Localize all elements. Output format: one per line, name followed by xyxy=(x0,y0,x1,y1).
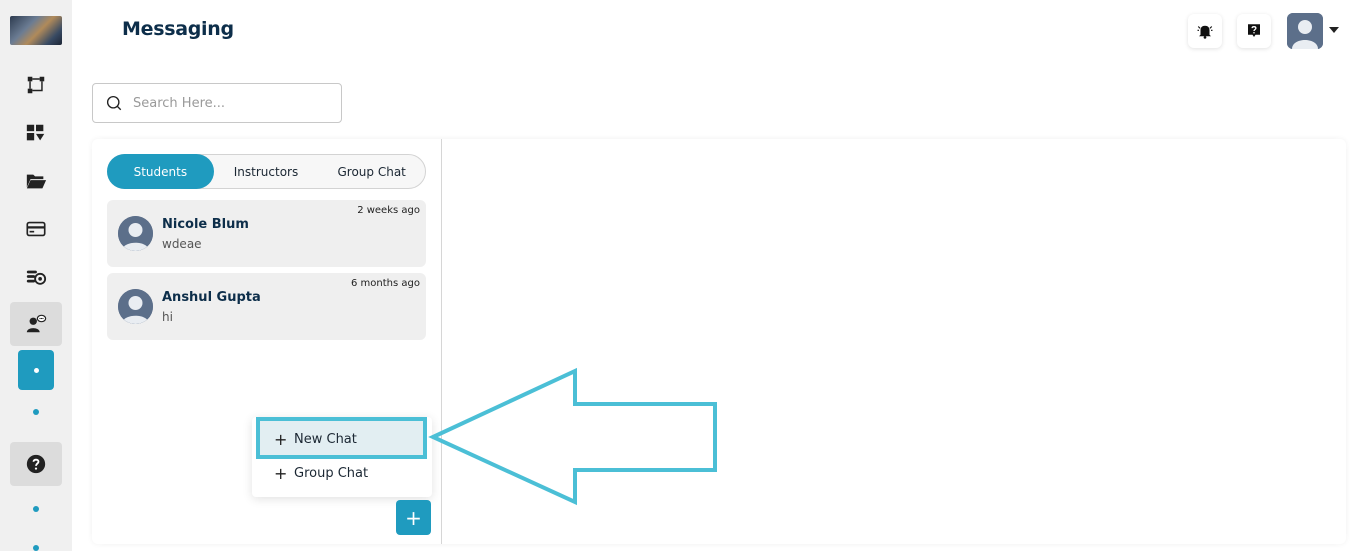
user-avatar[interactable] xyxy=(1287,13,1323,49)
search-box[interactable] xyxy=(92,83,342,123)
sidebar xyxy=(0,0,72,551)
search-icon xyxy=(106,95,122,111)
menu-item-group-chat[interactable]: + Group Chat xyxy=(258,455,426,491)
chat-contact-name: Anshul Gupta xyxy=(162,290,261,305)
sidebar-item-workflow[interactable] xyxy=(10,63,62,107)
credit-card-icon xyxy=(26,221,46,237)
user-silhouette-icon xyxy=(1287,13,1323,49)
plus-icon: + xyxy=(274,463,288,483)
plus-icon: + xyxy=(274,429,288,449)
sidebar-item-messaging[interactable] xyxy=(10,302,62,346)
workflow-icon xyxy=(27,76,45,94)
tab-group-chat[interactable]: Group Chat xyxy=(318,154,425,189)
avatar xyxy=(118,216,153,251)
avatar xyxy=(118,289,153,324)
sidebar-item-dashboard[interactable] xyxy=(10,111,62,155)
bell-alert-icon xyxy=(1197,25,1213,39)
menu-item-label: New Chat xyxy=(294,431,357,447)
dashboard-icon xyxy=(26,124,45,141)
user-silhouette-icon xyxy=(118,289,153,324)
sidebar-subitem[interactable] xyxy=(33,409,39,415)
dot-icon xyxy=(33,367,39,373)
chat-list-item[interactable]: Nicole Blum wdeae 2 weeks ago xyxy=(107,200,426,267)
new-conversation-button[interactable]: + xyxy=(396,500,431,535)
help-button[interactable] xyxy=(1237,14,1271,48)
user-chat-icon xyxy=(26,314,47,333)
chat-timestamp: 2 weeks ago xyxy=(357,205,420,216)
sidebar-subitem[interactable] xyxy=(33,506,39,512)
sidebar-item-files[interactable] xyxy=(10,159,62,203)
chat-tabs: Students Instructors Group Chat xyxy=(107,154,426,189)
panel-divider xyxy=(441,139,442,544)
brand-logo[interactable] xyxy=(10,16,62,45)
chat-message-preview: hi xyxy=(162,310,173,324)
new-chat-menu: + New Chat + Group Chat xyxy=(252,417,432,497)
help-circle-icon xyxy=(26,454,46,474)
chat-list-item[interactable]: Anshul Gupta hi 6 months ago xyxy=(107,273,426,340)
sidebar-item-help[interactable] xyxy=(10,442,62,486)
sidebar-item-billing[interactable] xyxy=(10,207,62,251)
sidebar-subitem-active[interactable] xyxy=(18,350,54,390)
notifications-button[interactable] xyxy=(1188,14,1222,48)
folder-open-icon xyxy=(26,174,47,189)
tab-students[interactable]: Students xyxy=(107,154,214,189)
chat-message-preview: wdeae xyxy=(162,237,202,251)
question-bubble-icon xyxy=(1248,24,1260,37)
tab-instructors[interactable]: Instructors xyxy=(214,154,319,189)
chat-contact-name: Nicole Blum xyxy=(162,217,249,232)
chat-timestamp: 6 months ago xyxy=(351,278,420,289)
page-title: Messaging xyxy=(122,18,234,40)
coins-icon xyxy=(26,270,47,285)
profile-dropdown-caret-icon[interactable] xyxy=(1329,27,1339,33)
user-silhouette-icon xyxy=(118,216,153,251)
menu-item-new-chat[interactable]: + New Chat xyxy=(258,421,426,457)
search-input[interactable] xyxy=(133,95,333,111)
menu-item-label: Group Chat xyxy=(294,465,369,481)
sidebar-item-finance[interactable] xyxy=(10,255,62,299)
sidebar-subitem[interactable] xyxy=(33,545,39,551)
